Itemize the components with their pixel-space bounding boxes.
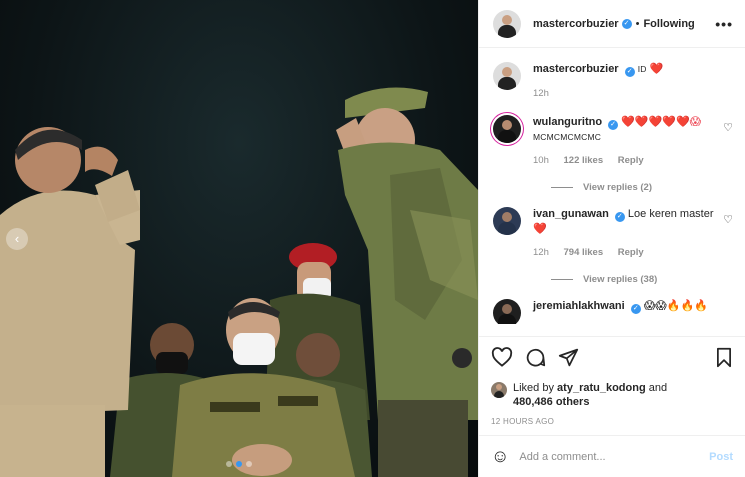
comment-likes[interactable]: 794 likes xyxy=(564,247,604,258)
comment-time[interactable]: 12h xyxy=(533,247,549,258)
comment-time[interactable]: 10h xyxy=(533,155,549,166)
post-comment-button[interactable]: Post xyxy=(709,451,733,463)
previous-photo-button[interactable]: ‹ xyxy=(6,228,28,250)
photo-illustration xyxy=(0,87,478,477)
liker-avatar[interactable] xyxy=(491,382,507,398)
carousel-dot xyxy=(246,461,252,467)
caption-username[interactable]: mastercorbuzier xyxy=(533,63,619,75)
comment-emoji: 😱😱🔥🔥🔥 xyxy=(643,300,708,312)
comment: wulanguritno ✓ ❤️❤️❤️❤️❤️😱 MCMCMCMCMC 10… xyxy=(493,115,733,168)
verified-badge-icon: ✓ xyxy=(624,67,635,77)
like-comment-heart-icon[interactable]: ♡ xyxy=(723,213,733,226)
view-replies-label: View replies (38) xyxy=(583,274,658,285)
view-replies-label: View replies (2) xyxy=(583,182,652,193)
comment: ivan_gunawan ✓ Loe keren master ❤️ 12h 7… xyxy=(493,207,733,260)
comment: jeremiahlakhwani ✓ 😱😱🔥🔥🔥 xyxy=(493,299,733,324)
commenter-avatar[interactable] xyxy=(493,299,521,324)
comment-bubble-icon[interactable] xyxy=(525,347,546,368)
header-separator: • xyxy=(635,17,640,30)
instagram-post-view: ‹ mastercorbuzier ✓ • Following ••• mast… xyxy=(0,0,745,477)
like-comment-heart-icon[interactable]: ♡ xyxy=(723,121,733,134)
comments-list[interactable]: mastercorbuzier ✓ ID ❤️ 12h wulanguritno… xyxy=(479,48,745,324)
post-header: mastercorbuzier ✓ • Following ••• xyxy=(479,0,745,48)
likes-summary: Liked by aty_ratu_kodong and 480,486 oth… xyxy=(491,381,733,409)
liked-by-others[interactable]: 480,486 others xyxy=(513,396,589,408)
liked-by-prefix: Liked by xyxy=(513,382,554,394)
author-username[interactable]: mastercorbuzier xyxy=(533,18,619,30)
reply-button[interactable]: Reply xyxy=(618,247,644,258)
carousel-dot-active xyxy=(236,461,242,467)
caption-heart-emoji: ❤️ xyxy=(649,63,664,75)
share-paper-plane-icon[interactable] xyxy=(558,347,579,368)
comment-username[interactable]: ivan_gunawan xyxy=(533,208,609,220)
comment-username[interactable]: jeremiahlakhwani xyxy=(533,300,625,312)
add-comment-bar: ☺ Post xyxy=(479,435,745,477)
post-actions: Liked by aty_ratu_kodong and 480,486 oth… xyxy=(479,336,745,426)
commenter-avatar[interactable] xyxy=(493,115,521,143)
verified-badge-icon: ✓ xyxy=(608,120,619,130)
verified-badge-icon: ✓ xyxy=(621,18,632,29)
comment-username[interactable]: wulanguritno xyxy=(533,116,602,128)
verified-badge-icon: ✓ xyxy=(630,304,641,314)
add-comment-input[interactable] xyxy=(519,450,710,463)
author-avatar[interactable] xyxy=(493,9,521,38)
like-heart-icon[interactable] xyxy=(491,347,513,367)
liked-by-and: and xyxy=(648,382,668,394)
post-photo[interactable]: ‹ xyxy=(0,0,478,477)
comment-text: Loe keren master xyxy=(627,208,714,220)
caption-author-avatar[interactable] xyxy=(493,62,521,90)
reply-button[interactable]: Reply xyxy=(618,155,644,166)
save-bookmark-icon[interactable] xyxy=(715,347,733,368)
following-button[interactable]: Following xyxy=(643,18,694,30)
verified-badge-icon: ✓ xyxy=(614,212,625,222)
comment-emoji: ❤️❤️❤️❤️❤️😱 xyxy=(621,116,702,128)
comment-text: MCMCMCMCMC xyxy=(533,132,602,142)
emoji-picker-icon[interactable]: ☺ xyxy=(491,446,509,467)
view-replies-button[interactable]: View replies (2) xyxy=(551,182,733,193)
view-replies-button[interactable]: View replies (38) xyxy=(551,274,733,285)
more-options-icon[interactable]: ••• xyxy=(715,16,733,32)
commenter-avatar[interactable] xyxy=(493,207,521,235)
caption-time[interactable]: 12h xyxy=(533,88,549,99)
comment-emoji: ❤️ xyxy=(533,223,547,235)
carousel-dots xyxy=(0,461,478,467)
liked-by-user[interactable]: aty_ratu_kodong xyxy=(557,382,646,394)
post-timestamp[interactable]: 12 HOURS AGO xyxy=(491,417,733,426)
post-side-panel: mastercorbuzier ✓ • Following ••• master… xyxy=(478,0,745,477)
carousel-dot xyxy=(226,461,232,467)
caption-text: ID xyxy=(637,64,647,74)
caption: mastercorbuzier ✓ ID ❤️ 12h xyxy=(493,62,733,101)
comment-likes[interactable]: 122 likes xyxy=(564,155,604,166)
